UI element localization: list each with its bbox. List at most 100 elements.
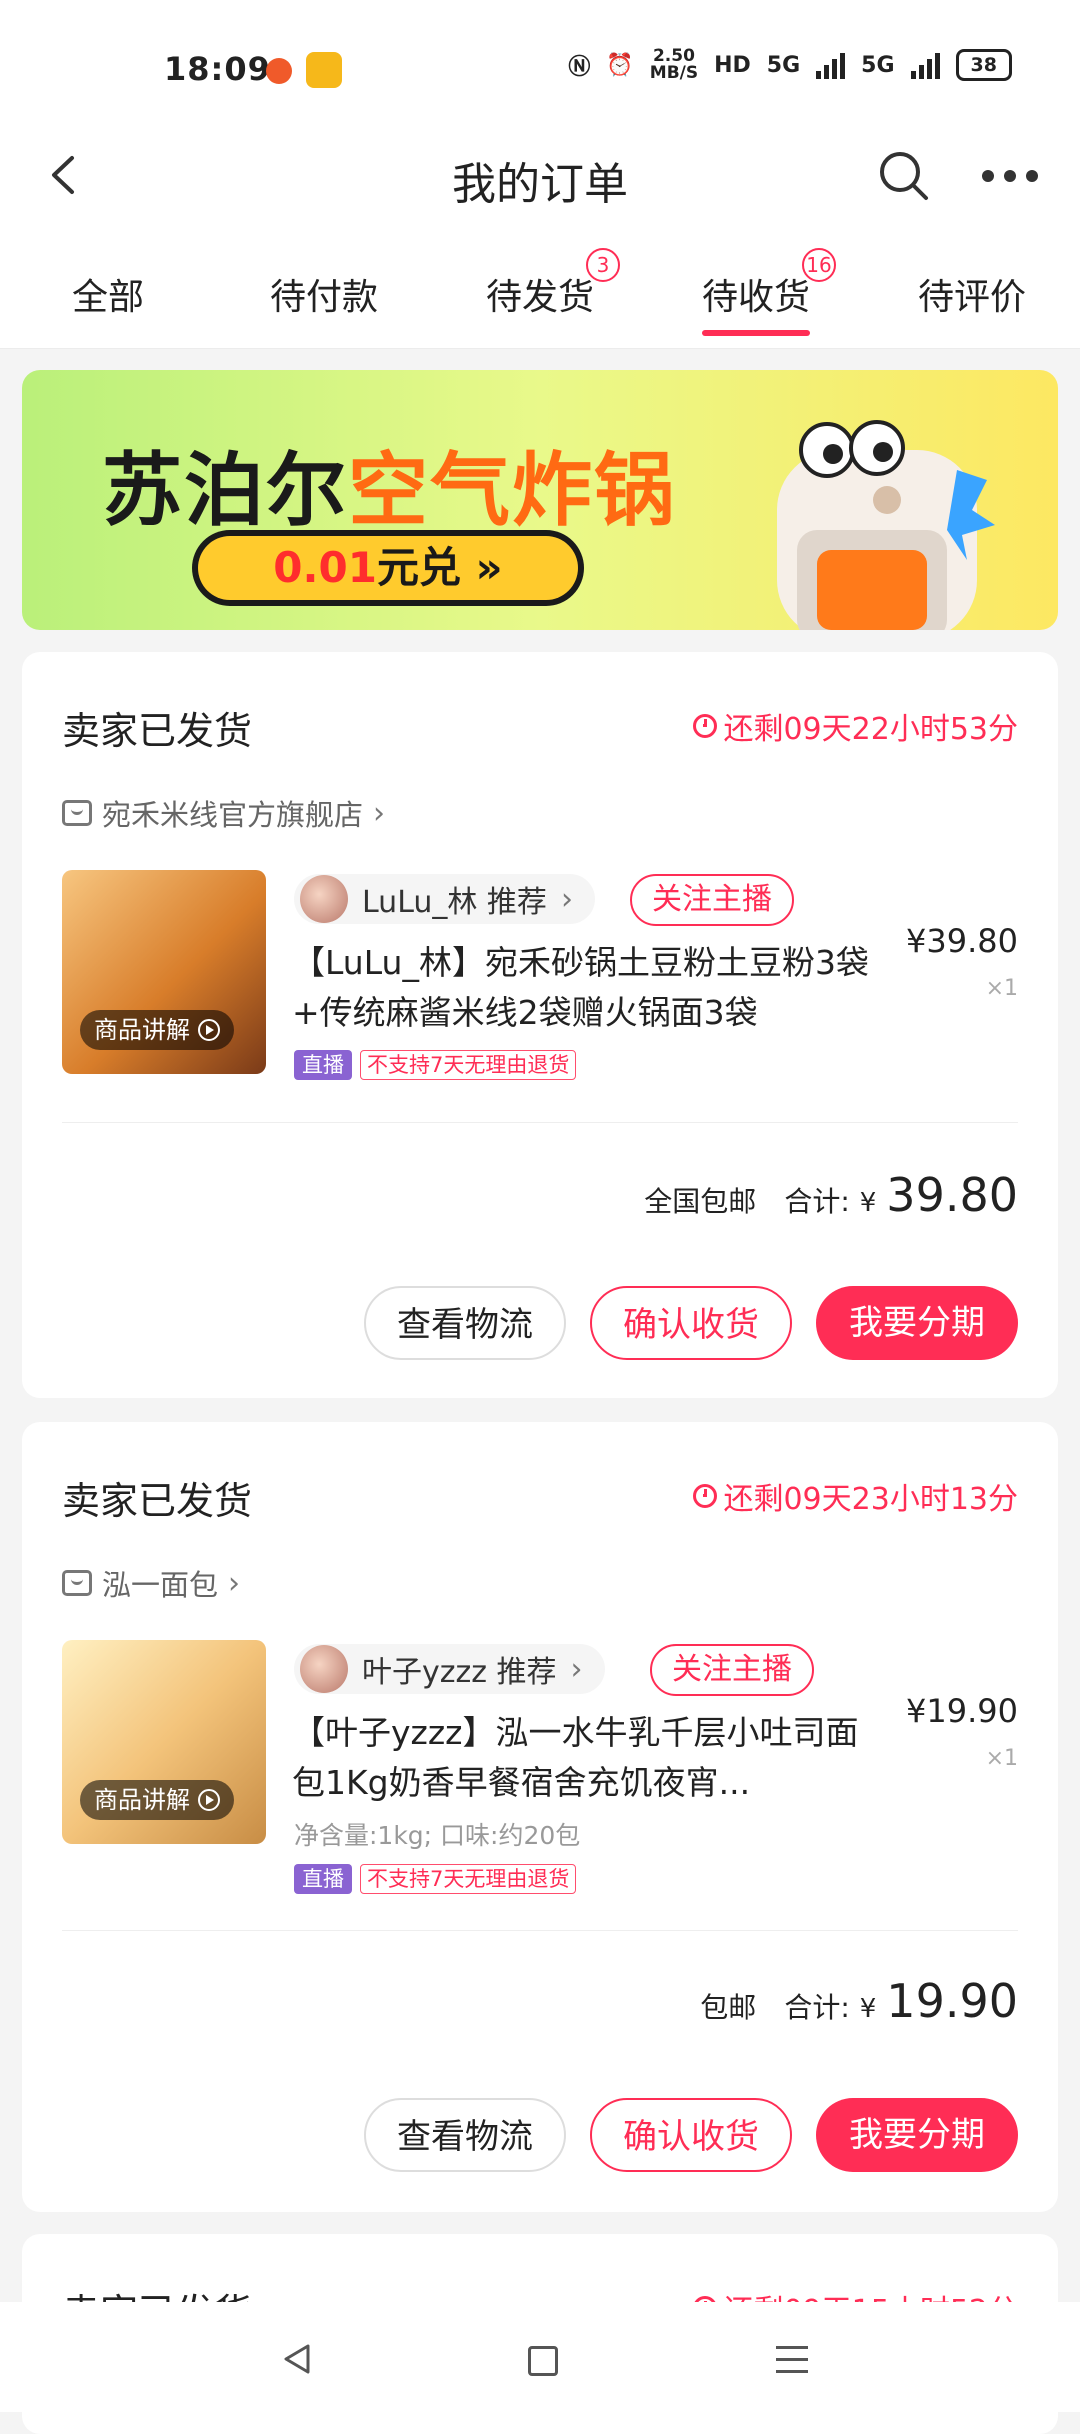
- recommender-chip[interactable]: LuLu_林 推荐 ›: [294, 874, 595, 924]
- nav-home-icon[interactable]: [528, 2346, 558, 2376]
- follow-streamer-button[interactable]: 关注主播: [630, 874, 794, 926]
- play-icon: [198, 1019, 220, 1041]
- status-indicators: Ⓝ ⏰ 2.50 MB/S HD 5G 5G 38: [568, 48, 1012, 82]
- nav-back-icon[interactable]: [280, 2342, 314, 2376]
- shop-link[interactable]: 泓一面包 ›: [62, 1562, 240, 1604]
- status-bar: 18:09 Ⓝ ⏰ 2.50 MB/S HD 5G 5G 38: [0, 0, 1080, 120]
- order-summary: 全国包邮 合计: ¥39.80: [644, 1168, 1018, 1222]
- signal-bars-icon: [816, 51, 846, 79]
- divider: [62, 1930, 1018, 1931]
- recommender-name: 叶子yzzz 推荐: [362, 1655, 557, 1690]
- follow-streamer-button[interactable]: 关注主播: [650, 1644, 814, 1696]
- divider: [62, 1122, 1018, 1123]
- live-tag: 直播: [294, 1864, 352, 1894]
- signal-5g-icon-2: 5G: [861, 53, 894, 78]
- explain-label: 商品讲解: [94, 1016, 190, 1044]
- notification-app-icon-2: [306, 52, 342, 88]
- banner-product: 空气炸锅: [348, 444, 676, 537]
- product-explain-button[interactable]: 商品讲解: [80, 1010, 234, 1050]
- confirm-receipt-button[interactable]: 确认收货: [590, 2098, 792, 2172]
- currency-symbol: ¥: [859, 1188, 877, 1218]
- chevron-right-icon: ›: [560, 881, 573, 917]
- store-icon: [62, 800, 92, 826]
- banner-title: 苏泊尔空气炸锅: [102, 426, 676, 542]
- tab-pending-payment[interactable]: 待付款: [270, 268, 378, 320]
- recommender-name: LuLu_林 推荐: [362, 885, 547, 920]
- view-logistics-button[interactable]: 查看物流: [364, 2098, 566, 2172]
- chevron-right-icon: ›: [228, 1565, 241, 1601]
- chevron-right-icon: ›: [570, 1651, 583, 1687]
- shop-name: 泓一面包: [102, 1568, 219, 1602]
- more-dots-icon[interactable]: [980, 168, 1040, 184]
- shop-link[interactable]: 宛禾米线官方旗舰店 ›: [62, 792, 385, 834]
- active-tab-indicator: [702, 330, 811, 336]
- promo-banner[interactable]: 苏泊尔空气炸锅 0.01元兑 »: [22, 370, 1058, 630]
- tab-label: 待付款: [270, 277, 379, 318]
- product-title[interactable]: 【LuLu_林】宛禾砂锅土豆粉土豆粉3袋+传统麻酱米线2袋赠火锅面3袋: [292, 938, 882, 1038]
- banner-price: 0.01: [273, 543, 377, 592]
- app-header: 我的订单: [0, 120, 1080, 230]
- product-quantity: ×1: [985, 976, 1018, 1001]
- order-tabs: 全部 待付款 待发货 3 待收货 16 待评价: [0, 230, 1080, 349]
- signal-label: 5G: [766, 52, 801, 78]
- tab-pending-shipment[interactable]: 待发货 3: [486, 248, 621, 320]
- tab-label: 待评价: [918, 277, 1027, 318]
- product-thumbnail[interactable]: 商品讲解: [62, 870, 266, 1074]
- signal-label-2: 5G: [861, 52, 895, 78]
- battery-icon: 38: [955, 49, 1012, 81]
- banner-redeem-pill[interactable]: 0.01元兑 »: [192, 530, 584, 606]
- total-label: 合计:: [784, 1185, 850, 1218]
- currency-symbol: ¥: [859, 1994, 877, 2024]
- shipping-note: 包邮: [700, 1991, 757, 2024]
- tab-count-badge: 16: [802, 248, 837, 282]
- product-title[interactable]: 【叶子yzzz】泓一水牛乳千层小吐司面包1Kg奶香早餐宿舍充饥夜宵...: [292, 1708, 882, 1808]
- explain-label: 商品讲解: [94, 1786, 190, 1814]
- order-summary: 包邮 合计: ¥19.90: [700, 1974, 1018, 2028]
- tab-all[interactable]: 全部: [72, 268, 144, 320]
- product-thumbnail[interactable]: 商品讲解: [62, 1640, 266, 1844]
- tab-label: 待收货: [702, 277, 811, 318]
- installment-button[interactable]: 我要分期: [816, 1286, 1018, 1360]
- product-quantity: ×1: [985, 1746, 1018, 1771]
- order-card: 卖家已发货 还剩09天22小时53分 宛禾米线官方旗舰店 › 商品讲解 LuLu…: [22, 652, 1058, 1398]
- nav-recents-icon[interactable]: [776, 2346, 808, 2382]
- system-nav-bar: [0, 2302, 1080, 2412]
- banner-brand: 苏泊尔: [102, 444, 348, 537]
- order-card: 卖家已发货 还剩09天23小时13分 泓一面包 › 商品讲解 叶子yzzz 推荐…: [22, 1422, 1058, 2212]
- notification-app-icon: [266, 58, 292, 84]
- clock-icon: [693, 1484, 718, 1508]
- signal-5g-icon: 5G: [767, 53, 800, 78]
- order-timer: 还剩09天23小时13分: [693, 1474, 1018, 1518]
- recommender-chip[interactable]: 叶子yzzz 推荐 ›: [294, 1644, 605, 1694]
- store-icon: [62, 1570, 92, 1596]
- total-label: 合计:: [784, 1991, 850, 2024]
- total-amount: 39.80: [886, 1168, 1018, 1222]
- confirm-receipt-button[interactable]: 确认收货: [590, 1286, 792, 1360]
- return-policy-tag: 不支持7天无理由退货: [360, 1050, 577, 1080]
- avatar: [300, 875, 348, 923]
- order-timer: 还剩09天22小时53分: [693, 704, 1018, 748]
- tab-pending-review[interactable]: 待评价: [918, 268, 1026, 320]
- product-tags: 直播 不支持7天无理由退货: [294, 1050, 577, 1080]
- air-fryer-illustration: [777, 420, 995, 630]
- order-status: 卖家已发货: [62, 1479, 253, 1523]
- tab-count-badge: 3: [586, 248, 621, 282]
- tab-pending-receipt[interactable]: 待收货 16: [702, 248, 837, 336]
- product-tags: 直播 不支持7天无理由退货: [294, 1864, 577, 1894]
- avatar: [300, 1645, 348, 1693]
- banner-pill-inner: 0.01元兑 »: [198, 536, 578, 600]
- chevron-right-icon: ›: [373, 795, 386, 831]
- view-logistics-button[interactable]: 查看物流: [364, 1286, 566, 1360]
- signal-bars-icon-2: [910, 51, 940, 79]
- product-explain-button[interactable]: 商品讲解: [80, 1780, 234, 1820]
- timer-text: 还剩09天23小时13分: [723, 1482, 1018, 1517]
- product-price: ¥39.80: [906, 922, 1018, 960]
- nfc-icon: Ⓝ: [568, 55, 591, 80]
- shop-name: 宛禾米线官方旗舰店: [102, 798, 364, 832]
- search-icon[interactable]: [876, 148, 930, 202]
- timer-text: 还剩09天22小时53分: [723, 712, 1018, 747]
- status-time: 18:09: [164, 50, 271, 88]
- return-policy-tag: 不支持7天无理由退货: [360, 1864, 577, 1894]
- installment-button[interactable]: 我要分期: [816, 2098, 1018, 2172]
- shipping-note: 全国包邮: [644, 1185, 757, 1218]
